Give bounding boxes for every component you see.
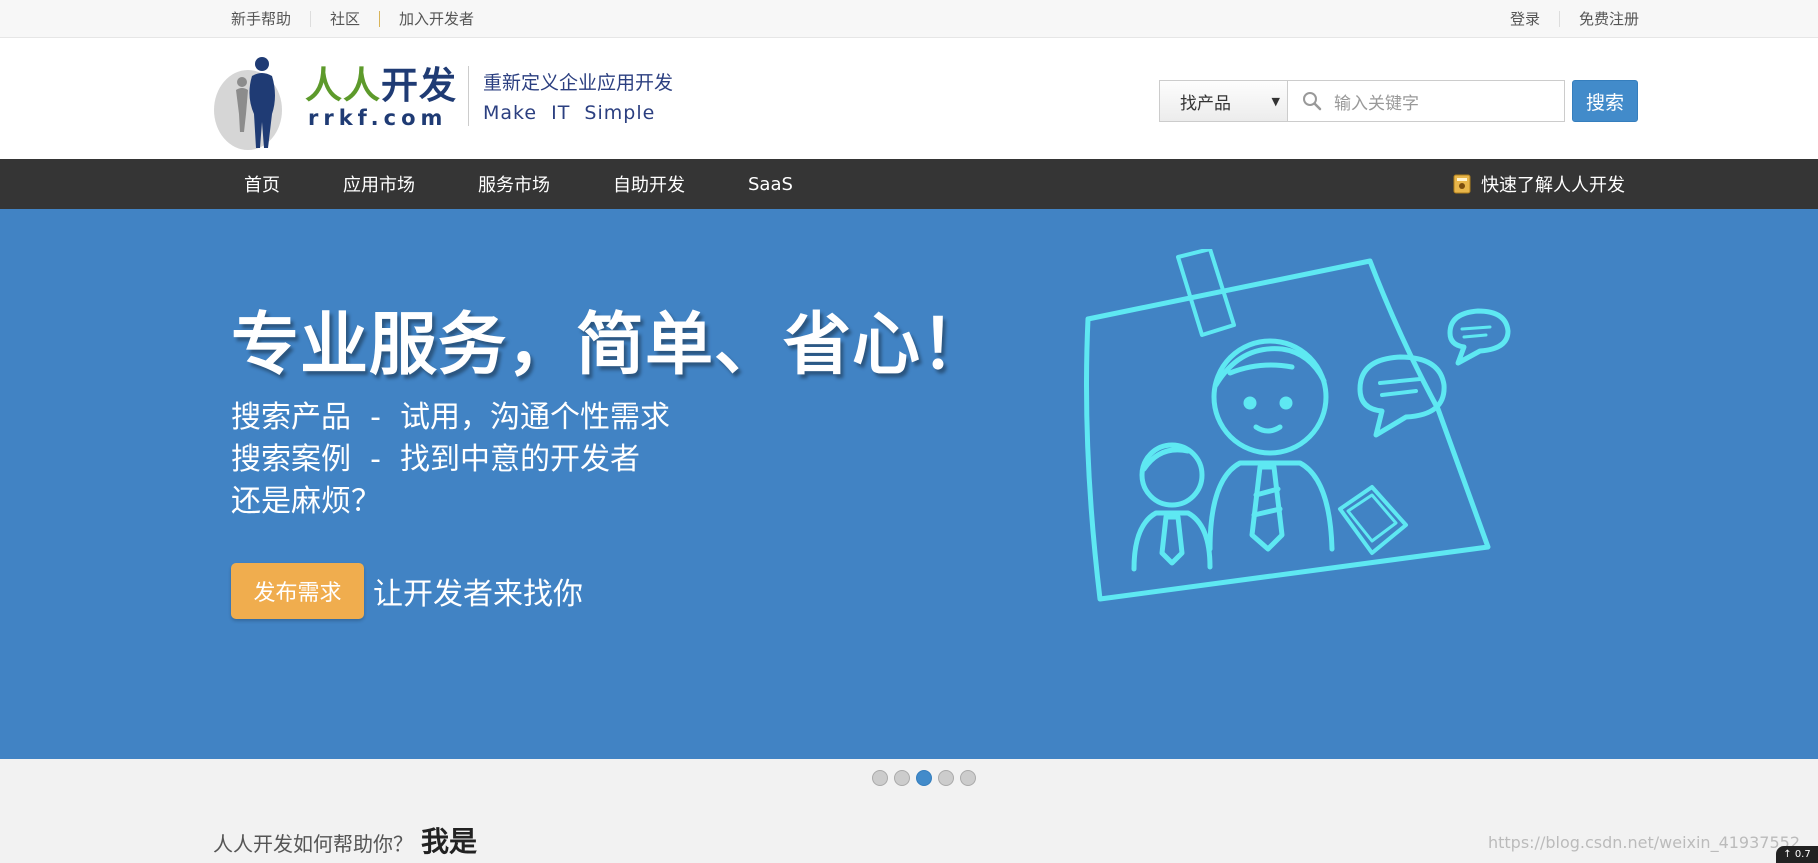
top-link-register[interactable]: 免费注册 <box>1558 11 1639 27</box>
carousel-dot-2[interactable] <box>894 770 910 786</box>
hero-line-1: 搜索产品 - 试用，沟通个性需求 <box>231 400 670 435</box>
top-left-links: 新手帮助 社区 加入开发者 <box>231 0 493 38</box>
carousel-dot-1[interactable] <box>872 770 888 786</box>
watermark: https://blog.csdn.net/weixin_41937552 <box>1487 833 1800 852</box>
top-link-join-developer[interactable]: 加入开发者 <box>379 11 493 27</box>
search-category-value: 找产品 <box>1180 93 1231 114</box>
tagline-cn: 重新定义企业应用开发 <box>483 72 674 94</box>
nav-item-saas[interactable]: SaaS <box>748 174 793 195</box>
help-heading: 人人开发如何帮助你？ 我是 <box>213 820 477 860</box>
tagline-en: Make IT Simple <box>483 102 656 124</box>
corner-badge: ↑ 0.7 <box>1776 846 1818 863</box>
nav-item-home[interactable]: 首页 <box>244 171 280 197</box>
carousel-dots <box>872 770 982 786</box>
brand-cn-part-1: 人人 <box>305 64 381 107</box>
hero-banner: 专业服务，简单、省心！ 搜索产品 - 试用，沟通个性需求 搜索案例 - 找到中意… <box>0 209 1818 759</box>
brand-domain: rrkf.com <box>308 106 448 130</box>
brand-cn-part-2: 开发 <box>381 64 457 107</box>
hero-lines: 搜索产品 - 试用，沟通个性需求 搜索案例 - 找到中意的开发者 还是麻烦？ <box>231 397 670 523</box>
top-utility-bar: 新手帮助 社区 加入开发者 登录 免费注册 <box>0 0 1818 38</box>
search-icon <box>1303 92 1322 111</box>
book-icon <box>1453 174 1471 194</box>
search-input[interactable]: 输入关键字 <box>1287 80 1565 122</box>
carousel-dot-5[interactable] <box>960 770 976 786</box>
nav-item-self-dev[interactable]: 自助开发 <box>613 171 685 197</box>
nav-item-app-market[interactable]: 应用市场 <box>343 171 415 197</box>
search-bar: 找产品 ▼ 输入关键字 搜索 <box>1159 80 1638 122</box>
hero-cta-text: 让开发者来找你 <box>373 577 583 612</box>
top-link-help[interactable]: 新手帮助 <box>231 11 310 27</box>
hero-title: 专业服务，简单、省心！ <box>231 306 991 385</box>
site-header: 人人开发 rrkf.com 重新定义企业应用开发 Make IT Simple … <box>0 38 1818 159</box>
brand-name-cn[interactable]: 人人开发 <box>305 64 457 108</box>
developer-illustration-icon <box>1084 249 1511 602</box>
carousel-dot-3[interactable] <box>916 770 932 786</box>
nav-quick-intro-link[interactable]: 快速了解人人开发 <box>1453 159 1625 209</box>
logo-figure-icon[interactable] <box>212 52 290 152</box>
header-divider <box>468 66 469 126</box>
nav-item-service-market[interactable]: 服务市场 <box>478 171 550 197</box>
search-category-select[interactable]: 找产品 ▼ <box>1159 80 1287 122</box>
search-button[interactable]: 搜索 <box>1572 80 1638 122</box>
top-right-links: 登录 免费注册 <box>1510 0 1639 38</box>
top-link-login[interactable]: 登录 <box>1510 11 1559 27</box>
help-question: 人人开发如何帮助你？ <box>213 832 413 856</box>
nav-items: 首页 应用市场 服务市场 自助开发 SaaS <box>244 159 856 209</box>
tagline: 重新定义企业应用开发 Make IT Simple <box>483 68 673 128</box>
carousel-dot-4[interactable] <box>938 770 954 786</box>
search-placeholder: 输入关键字 <box>1334 93 1419 114</box>
nav-quick-intro-label: 快速了解人人开发 <box>1481 175 1625 196</box>
post-request-button[interactable]: 发布需求 <box>231 563 364 619</box>
top-link-community[interactable]: 社区 <box>310 11 379 27</box>
chevron-down-icon: ▼ <box>1271 95 1280 108</box>
hero-cta-row: 发布需求 让开发者来找你 <box>231 563 583 619</box>
main-nav: 首页 应用市场 服务市场 自助开发 SaaS 快速了解人人开发 <box>0 159 1818 209</box>
hero-line-2: 搜索案例 - 找到中意的开发者 <box>231 442 640 477</box>
hero-line-3: 还是麻烦？ <box>231 484 381 519</box>
help-strong: 我是 <box>421 825 478 858</box>
